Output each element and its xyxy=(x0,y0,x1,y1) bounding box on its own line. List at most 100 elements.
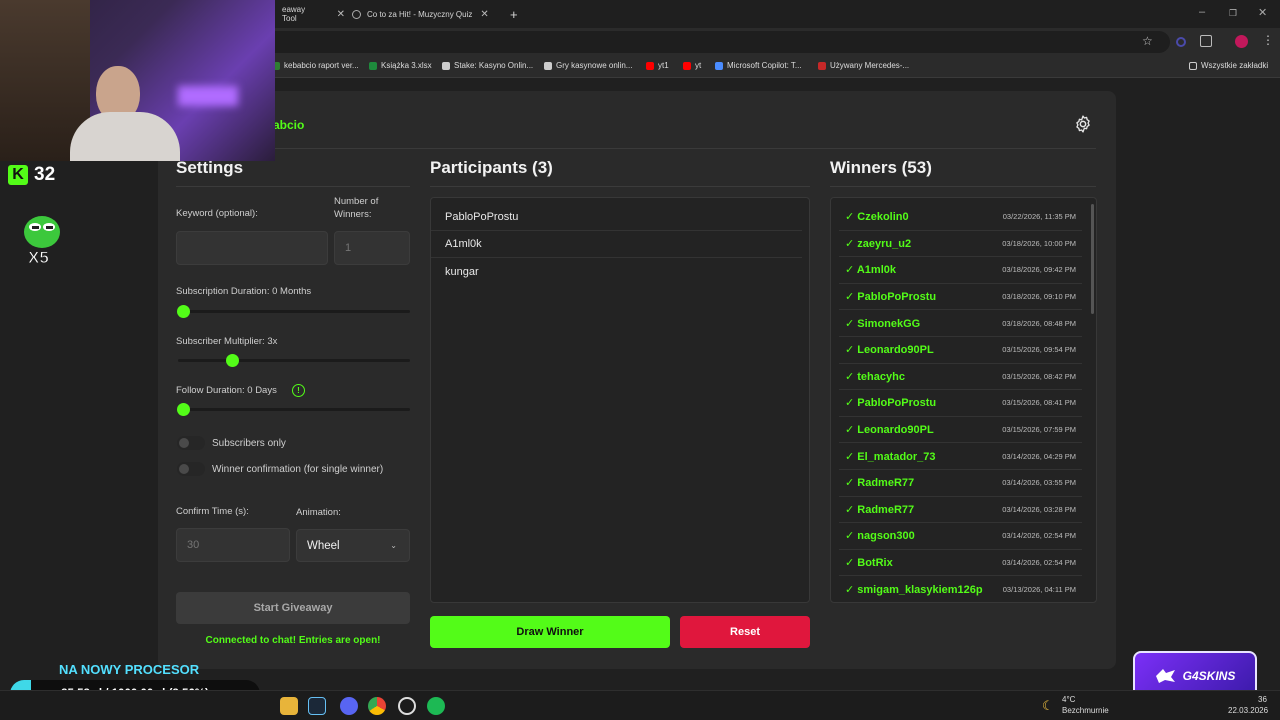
winner-name: ✓ zaeyru_u2 xyxy=(845,237,912,250)
bookmark-yt1[interactable]: yt1 xyxy=(646,61,669,70)
extension-icon[interactable] xyxy=(1176,37,1186,47)
reset-button[interactable]: Reset xyxy=(680,616,810,648)
winner-name: ✓ nagson300 xyxy=(845,530,915,543)
winner-row: ✓ BotRix 03/14/2026, 02:54 PM xyxy=(839,550,1082,577)
tab-muzyczny-quiz[interactable]: Co to za Hit! - Muzyczny Quiz ✕ xyxy=(340,4,500,24)
tab-giveaway-tool[interactable]: eaway Tool ✕ xyxy=(270,4,345,24)
spotify-icon[interactable] xyxy=(427,697,445,715)
num-winners-input[interactable] xyxy=(334,231,410,265)
scrollbar[interactable] xyxy=(1091,204,1094,314)
winner-date: 03/22/2026, 11:35 PM xyxy=(1002,212,1076,222)
url-field[interactable] xyxy=(240,31,1170,53)
winner-row: ✓ RadmeR77 03/14/2026, 03:55 PM xyxy=(839,470,1082,497)
kick-logo-icon: K xyxy=(8,165,28,185)
follow-duration-slider[interactable] xyxy=(178,408,410,411)
youtube-icon xyxy=(646,61,654,70)
winner-date: 03/14/2026, 03:55 PM xyxy=(1002,478,1076,488)
winner-row: ✓ Leonardo90PL 03/15/2026, 09:54 PM xyxy=(839,337,1082,364)
draw-winner-button[interactable]: Draw Winner xyxy=(430,616,670,648)
moon-icon: ☾ xyxy=(1042,698,1054,713)
new-tab-button[interactable]: + xyxy=(498,4,518,24)
winner-row: ✓ A1ml0k 03/18/2026, 09:42 PM xyxy=(839,257,1082,284)
brand-name: abcio xyxy=(273,118,305,132)
winner-name: ✓ PabloPoProstu xyxy=(845,291,937,304)
wolf-logo-icon xyxy=(1155,669,1175,683)
close-icon[interactable]: ✕ xyxy=(480,9,488,20)
bookmark-label: Gry kasynowe onlin... xyxy=(556,61,633,70)
list-item: kungar xyxy=(445,265,479,278)
kick-viewer-count: K 32 xyxy=(8,164,55,186)
info-icon[interactable]: ! xyxy=(292,384,305,397)
purple-light xyxy=(178,86,238,106)
confirm-time-input[interactable] xyxy=(176,528,290,562)
weather-desc: Bezchmurnie xyxy=(1062,706,1109,715)
animation-selected-value: Wheel xyxy=(307,539,340,552)
sub-duration-slider-thumb[interactable] xyxy=(177,305,190,318)
maximize-icon[interactable]: ❐ xyxy=(1229,8,1237,19)
winner-row: ✓ Leonardo90PL 03/15/2026, 07:59 PM xyxy=(839,417,1082,444)
winner-row: ✓ PabloPoProstu 03/18/2026, 09:10 PM xyxy=(839,284,1082,311)
bookmark-stake-kasyno[interactable]: Stake: Kasyno Onlin... xyxy=(442,61,533,70)
app-icon[interactable] xyxy=(398,697,416,715)
winner-row: ✓ smigam_klasykiem126p 03/13/2026, 04:11 … xyxy=(839,576,1082,602)
taskbar: ☾ 4°C Bezchmurnie 36 22.03.2026 xyxy=(0,690,1280,720)
winners-title: Winners (53) xyxy=(830,158,932,177)
close-window-icon[interactable]: ✕ xyxy=(1258,6,1267,19)
winner-row: ✓ zaeyru_u2 03/18/2026, 10:00 PM xyxy=(839,231,1082,258)
winner-date: 03/15/2026, 08:42 PM xyxy=(1002,371,1076,381)
all-bookmarks-folder[interactable]: Wszystkie zakładki xyxy=(1189,61,1268,70)
winner-date: 03/18/2026, 10:00 PM xyxy=(1002,238,1076,248)
menu-dots-icon[interactable]: ⋮ xyxy=(1262,33,1274,47)
youtube-icon xyxy=(683,61,691,70)
winner-name: ✓ RadmeR77 xyxy=(845,503,915,516)
participants-title: Participants (3) xyxy=(430,158,553,177)
list-item: A1ml0k xyxy=(431,231,802,258)
discord-icon[interactable] xyxy=(340,697,358,715)
bookmark-label: kebabcio raport ver... xyxy=(284,61,359,70)
winner-date: 03/18/2026, 09:42 PM xyxy=(1002,265,1076,275)
bookmark-label: Używany Mercedes-... xyxy=(830,61,910,70)
bookmark-kebabcio-raport[interactable]: kebabcio raport ver... xyxy=(272,61,359,70)
profile-avatar-icon[interactable] xyxy=(1235,35,1248,48)
sub-multiplier-slider-thumb[interactable] xyxy=(226,354,239,367)
steam-icon[interactable] xyxy=(308,697,326,715)
gear-icon[interactable] xyxy=(1073,114,1093,134)
connection-status: Connected to chat! Entries are open! xyxy=(205,635,381,646)
subscribers-only-toggle[interactable] xyxy=(177,436,205,450)
winner-date: 03/14/2026, 02:54 PM xyxy=(1002,558,1076,568)
bookmark-label: Książka 3.xlsx xyxy=(381,61,432,70)
file-explorer-icon[interactable] xyxy=(280,697,298,715)
winner-date: 03/15/2026, 07:59 PM xyxy=(1002,425,1076,435)
bookmark-copilot[interactable]: Microsoft Copilot: T... xyxy=(715,61,802,70)
sub-duration-slider[interactable] xyxy=(178,310,410,313)
minimize-icon[interactable]: – xyxy=(1199,6,1205,18)
start-giveaway-button[interactable]: Start Giveaway xyxy=(176,592,410,624)
winner-confirmation-toggle[interactable] xyxy=(177,462,205,476)
bookmark-label: Stake: Kasyno Onlin... xyxy=(454,61,534,70)
winners-list[interactable]: ✓ Czekolin0 03/22/2026, 11:35 PM ✓ zaeyru_… xyxy=(830,197,1097,603)
streamer-hoodie xyxy=(70,112,180,161)
winner-row: ✓ RadmeR77 03/14/2026, 03:28 PM xyxy=(839,497,1082,524)
bookmark-ksiazka[interactable]: Książka 3.xlsx xyxy=(369,61,432,70)
sub-multiplier-slider[interactable] xyxy=(178,359,410,362)
winner-name: ✓ smigam_klasykiem126p xyxy=(845,583,983,596)
webcam-overlay xyxy=(0,0,275,161)
bookmark-mercedes[interactable]: Używany Mercedes-... xyxy=(818,61,909,70)
extensions-puzzle-icon[interactable] xyxy=(1200,35,1212,47)
settings-title: Settings xyxy=(176,158,244,177)
winner-date: 03/15/2026, 08:41 PM xyxy=(1002,398,1076,408)
bookmark-label: Microsoft Copilot: T... xyxy=(727,61,802,70)
follow-duration-slider-thumb[interactable] xyxy=(177,403,190,416)
bookmark-yt[interactable]: yt xyxy=(683,61,701,70)
bookmark-gry-kasynowe[interactable]: Gry kasynowe onlin... xyxy=(544,61,632,70)
keyword-input[interactable] xyxy=(176,231,328,265)
winner-row: ✓ Czekolin0 03/22/2026, 11:35 PM xyxy=(839,204,1082,231)
animation-select[interactable]: Wheel ⌄ xyxy=(296,529,410,562)
chrome-icon[interactable] xyxy=(368,697,386,715)
star-icon[interactable]: ☆ xyxy=(1142,34,1153,48)
keyword-label: Keyword (optional): xyxy=(176,208,258,219)
winner-confirmation-label: Winner confirmation (for single winner) xyxy=(212,464,384,475)
winner-row: ✓ tehacyhc 03/15/2026, 08:42 PM xyxy=(839,364,1082,391)
sub-duration-label: Subscription Duration: 0 Months xyxy=(176,286,312,297)
winner-name: ✓ El_matador_73 xyxy=(845,450,936,463)
